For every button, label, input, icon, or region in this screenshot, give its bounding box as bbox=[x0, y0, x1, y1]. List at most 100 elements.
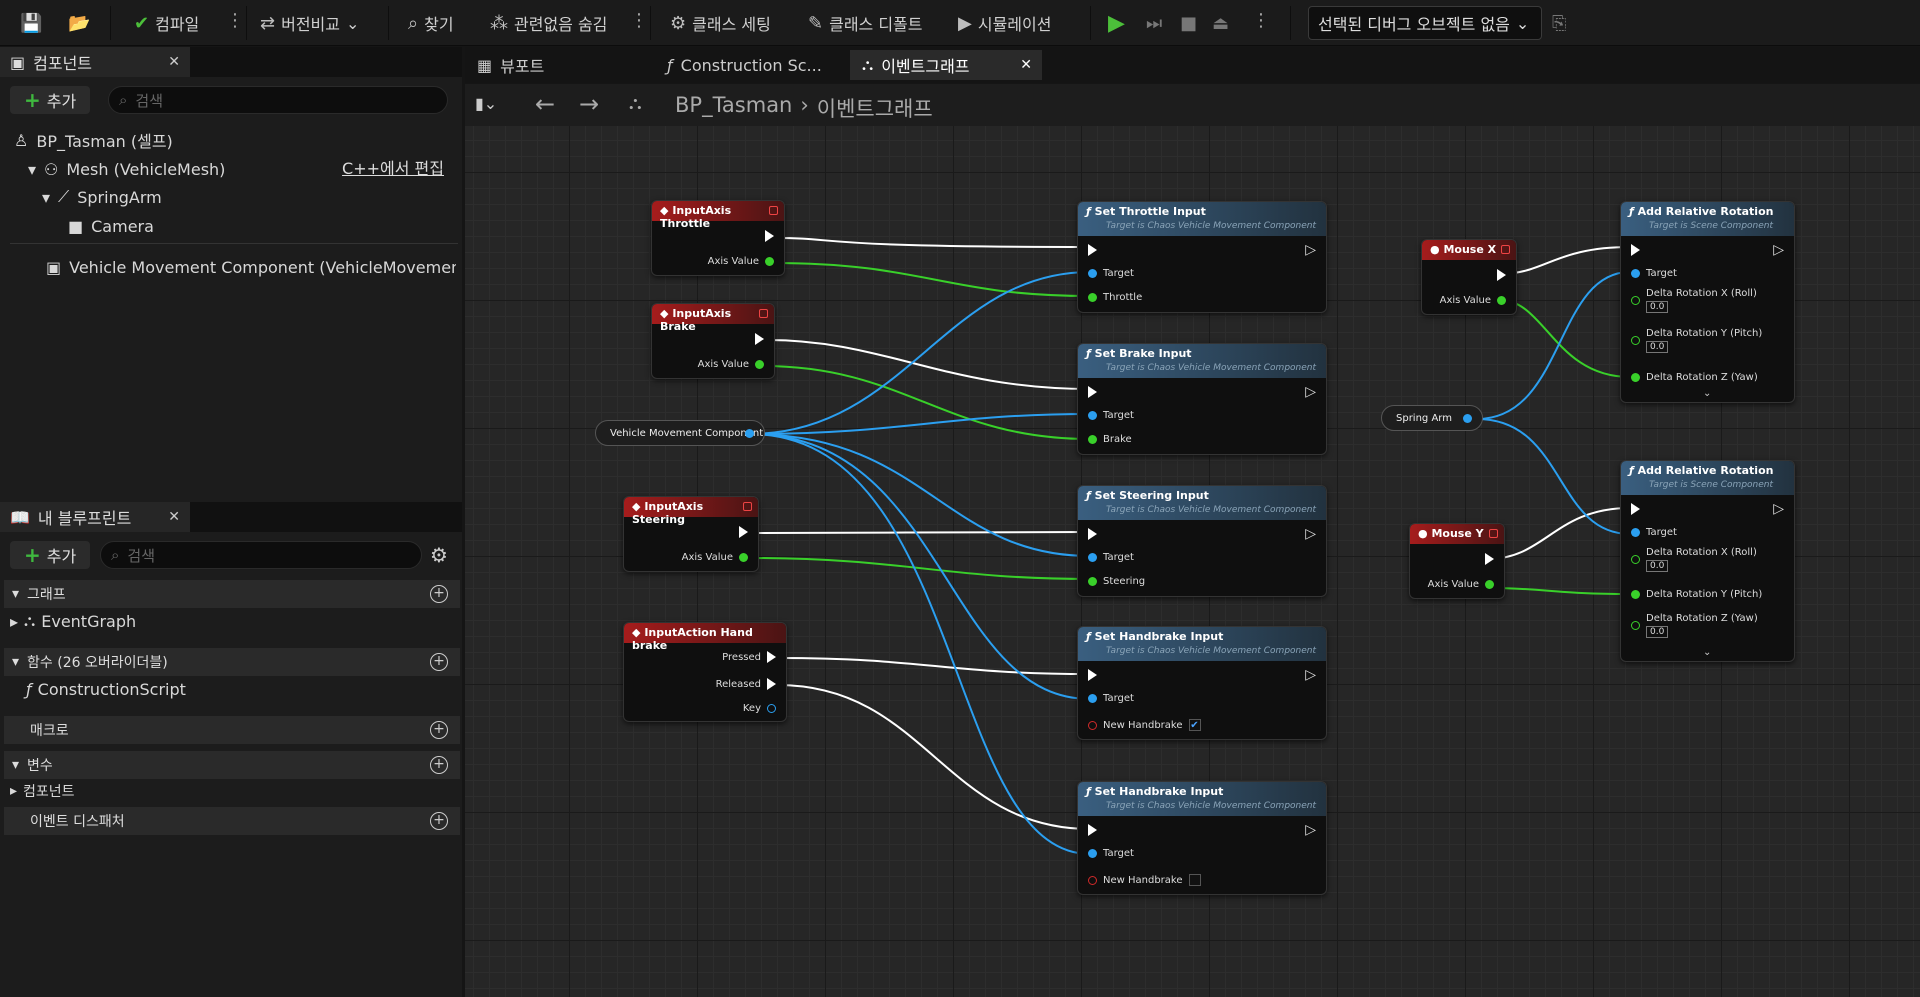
yaw-pin[interactable]: Delta Rotation Z (Yaw) bbox=[1631, 372, 1758, 383]
node-mouse-y[interactable]: ● Mouse Y Axis Value bbox=[1409, 523, 1505, 599]
tree-item-camera[interactable]: ■ Camera bbox=[68, 213, 154, 239]
exec-out-pin[interactable] bbox=[1485, 553, 1494, 565]
target-pin[interactable]: Target bbox=[1088, 268, 1134, 279]
target-pin[interactable]: Target bbox=[1088, 693, 1134, 704]
exec-out-pin[interactable] bbox=[1497, 269, 1506, 281]
tab-construction-script[interactable]: ƒ Construction Sc... bbox=[655, 50, 845, 80]
node-inputaxis-throttle[interactable]: ◆ InputAxis Throttle Axis Value bbox=[651, 200, 785, 276]
tree-item-mesh[interactable]: ▾ ⚇ Mesh (VehicleMesh) bbox=[28, 156, 225, 182]
exec-out-pin[interactable]: ▷ bbox=[1305, 667, 1316, 683]
delegate-pin[interactable] bbox=[759, 309, 768, 318]
add-graph-icon[interactable]: + bbox=[430, 585, 448, 603]
node-add-relative-rotation-1[interactable]: ƒ Add Relative Rotation Target is Scene C… bbox=[1620, 201, 1795, 403]
new-handbrake-pin[interactable]: New Handbrake ✔ bbox=[1088, 719, 1201, 731]
compile-button[interactable]: ✔ 컴파일 bbox=[134, 8, 199, 38]
axis-value-pin[interactable]: Axis Value bbox=[708, 256, 774, 267]
simulation-button[interactable]: ▶ 시뮬레이션 bbox=[958, 8, 1051, 38]
exec-out-pin[interactable]: ▷ bbox=[1773, 242, 1784, 258]
brake-pin[interactable]: Brake bbox=[1088, 434, 1132, 445]
exec-in-pin[interactable] bbox=[1631, 244, 1640, 256]
tree-item-self[interactable]: ♙ BP_Tasman (셀프) bbox=[14, 127, 173, 153]
tree-item-springarm[interactable]: ▾ ⟋ SpringArm bbox=[42, 184, 162, 210]
eject-button[interactable]: ⏏ bbox=[1212, 8, 1229, 38]
delegate-pin[interactable] bbox=[743, 502, 752, 511]
bookmark-icon[interactable]: ▮⌄ bbox=[475, 94, 497, 113]
components-search-input[interactable]: ⌕ 검색 bbox=[108, 86, 448, 114]
steering-pin[interactable]: Steering bbox=[1088, 576, 1145, 587]
tab-components[interactable]: ▣ 컴포넌트 ✕ bbox=[0, 47, 190, 77]
find-button[interactable]: ⌕ 찾기 bbox=[408, 8, 454, 38]
add-dispatcher-icon[interactable]: + bbox=[430, 812, 448, 830]
breadcrumb-graph[interactable]: 이벤트그래프 bbox=[817, 93, 933, 123]
node-add-relative-rotation-2[interactable]: ƒ Add Relative Rotation Target is Scene C… bbox=[1620, 460, 1795, 662]
construction-script-item[interactable]: ƒ ConstructionScript bbox=[26, 676, 186, 702]
expand-pins-icon[interactable]: ⌄ bbox=[1703, 647, 1711, 658]
target-pin[interactable]: Target bbox=[1088, 410, 1134, 421]
node-set-throttle-input[interactable]: ƒ Set Throttle Input Target is Chaos Vehi… bbox=[1077, 201, 1327, 313]
edit-in-cpp-link[interactable]: C++에서 편집 bbox=[342, 155, 444, 179]
delegate-pin[interactable] bbox=[1501, 245, 1510, 254]
stop-button[interactable]: ■ bbox=[1180, 8, 1197, 38]
debug-object-select[interactable]: 선택된 디버그 오브젝트 없음 ⌄ bbox=[1308, 6, 1542, 40]
exec-out-pin[interactable] bbox=[739, 526, 748, 538]
target-pin[interactable]: Target bbox=[1631, 268, 1677, 279]
roll-value-input[interactable]: 0.0 bbox=[1646, 301, 1669, 313]
add-macro-icon[interactable]: + bbox=[430, 721, 448, 739]
axis-value-pin[interactable]: Axis Value bbox=[698, 359, 764, 370]
roll-pin[interactable]: Delta Rotation X (Roll) 0.0 bbox=[1631, 547, 1757, 572]
exec-out-pin[interactable]: ▷ bbox=[1773, 501, 1784, 517]
exec-out-pin[interactable] bbox=[765, 230, 774, 242]
node-mouse-x[interactable]: ● Mouse X Axis Value bbox=[1421, 239, 1517, 315]
close-icon[interactable]: ✕ bbox=[168, 509, 180, 525]
released-pin[interactable]: Released bbox=[716, 678, 776, 690]
class-defaults-button[interactable]: ✎ 클래스 디폴트 bbox=[808, 8, 923, 38]
exec-out-pin[interactable]: ▷ bbox=[1305, 526, 1316, 542]
pitch-pin[interactable]: Delta Rotation Y (Pitch) bbox=[1631, 589, 1762, 600]
expand-pins-icon[interactable]: ⌄ bbox=[1703, 388, 1711, 399]
play-button[interactable]: ▶ bbox=[1108, 8, 1125, 38]
forward-arrow-icon[interactable]: → bbox=[579, 90, 599, 118]
new-handbrake-checkbox[interactable]: ✔ bbox=[1188, 719, 1201, 731]
variables-components-item[interactable]: ▸ 컴포넌트 bbox=[10, 778, 75, 804]
exec-in-pin[interactable] bbox=[1088, 528, 1097, 540]
exec-in-pin[interactable] bbox=[1088, 669, 1097, 681]
yaw-value-input[interactable]: 0.0 bbox=[1646, 626, 1669, 638]
back-arrow-icon[interactable]: ← bbox=[535, 90, 555, 118]
diff-button[interactable]: ⇄ 버전비교 ⌄ bbox=[260, 8, 359, 38]
delegate-pin[interactable] bbox=[1489, 529, 1498, 538]
target-pin[interactable]: Target bbox=[1088, 848, 1134, 859]
advance-frame-button[interactable]: ⏭ bbox=[1146, 8, 1162, 38]
event-graph-item[interactable]: ▸ ⛬ EventGraph bbox=[10, 608, 136, 634]
throttle-pin[interactable]: Throttle bbox=[1088, 292, 1142, 303]
add-component-button[interactable]: + 추가 bbox=[10, 86, 91, 114]
add-function-icon[interactable]: + bbox=[430, 653, 448, 671]
axis-value-pin[interactable]: Axis Value bbox=[1440, 295, 1506, 306]
exec-in-pin[interactable] bbox=[1631, 503, 1640, 515]
browse-icon[interactable]: 📂 bbox=[68, 8, 90, 38]
section-event-dispatchers[interactable]: 이벤트 디스패처 + bbox=[4, 807, 460, 835]
var-spring-arm[interactable]: Spring Arm bbox=[1381, 405, 1483, 431]
play-options-icon[interactable]: ⋮ bbox=[1252, 10, 1270, 31]
exec-out-pin[interactable]: ▷ bbox=[1305, 822, 1316, 838]
node-set-steering-input[interactable]: ƒ Set Steering Input Target is Chaos Vehi… bbox=[1077, 485, 1327, 597]
tab-my-blueprint[interactable]: 📖 내 블루프린트 ✕ bbox=[0, 502, 190, 532]
exec-in-pin[interactable] bbox=[1088, 386, 1097, 398]
node-set-handbrake-input-1[interactable]: ƒ Set Handbrake Input Target is Chaos Veh… bbox=[1077, 626, 1327, 740]
exec-out-pin[interactable]: ▷ bbox=[1305, 384, 1316, 400]
section-functions[interactable]: ▾ 함수 (26 오버라이더블) + bbox=[4, 648, 460, 676]
roll-value-input[interactable]: 0.0 bbox=[1646, 560, 1669, 572]
debug-browse-icon[interactable]: ⎘ bbox=[1552, 8, 1566, 38]
axis-value-pin[interactable]: Axis Value bbox=[1428, 579, 1494, 590]
var-vehicle-movement-component[interactable]: Vehicle Movement Component bbox=[595, 420, 765, 446]
close-icon[interactable]: ✕ bbox=[168, 54, 180, 70]
section-variables[interactable]: ▾ 변수 + bbox=[4, 751, 460, 779]
new-handbrake-checkbox[interactable] bbox=[1188, 874, 1201, 886]
target-pin[interactable]: Target bbox=[1631, 527, 1677, 538]
node-inputaction-handbrake[interactable]: ◆ InputAction Hand brake Pressed Release… bbox=[623, 622, 787, 722]
pressed-pin[interactable]: Pressed bbox=[722, 651, 776, 663]
axis-value-pin[interactable]: Axis Value bbox=[682, 552, 748, 563]
tree-item-vehicle-movement[interactable]: ▣ Vehicle Movement Component (VehicleMove… bbox=[46, 254, 456, 280]
add-blueprint-item-button[interactable]: + 추가 bbox=[10, 541, 91, 569]
save-icon[interactable]: 💾 bbox=[20, 8, 42, 38]
node-inputaxis-steering[interactable]: ◆ InputAxis Steering Axis Value bbox=[623, 496, 759, 572]
